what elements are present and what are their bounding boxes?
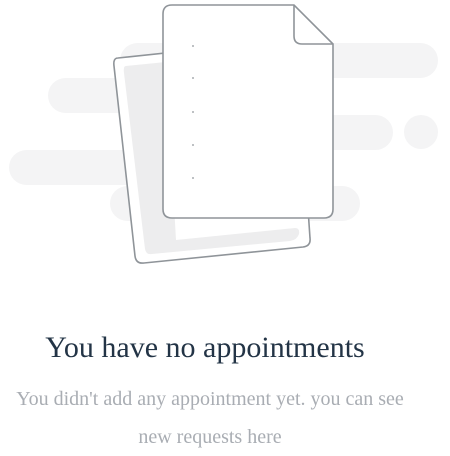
empty-state-subtitle: You didn't add any appointment yet. you … bbox=[16, 388, 404, 448]
text-dot bbox=[192, 45, 194, 47]
empty-state: You have no appointments You didn't add … bbox=[0, 0, 450, 453]
background-blob bbox=[404, 115, 438, 149]
text-dot bbox=[192, 177, 194, 179]
empty-state-title: You have no appointments bbox=[45, 331, 365, 364]
text-dot bbox=[192, 77, 194, 79]
text-dot bbox=[192, 111, 194, 113]
text-dot bbox=[192, 144, 194, 146]
empty-document-icon bbox=[9, 4, 438, 264]
front-document bbox=[162, 4, 334, 219]
